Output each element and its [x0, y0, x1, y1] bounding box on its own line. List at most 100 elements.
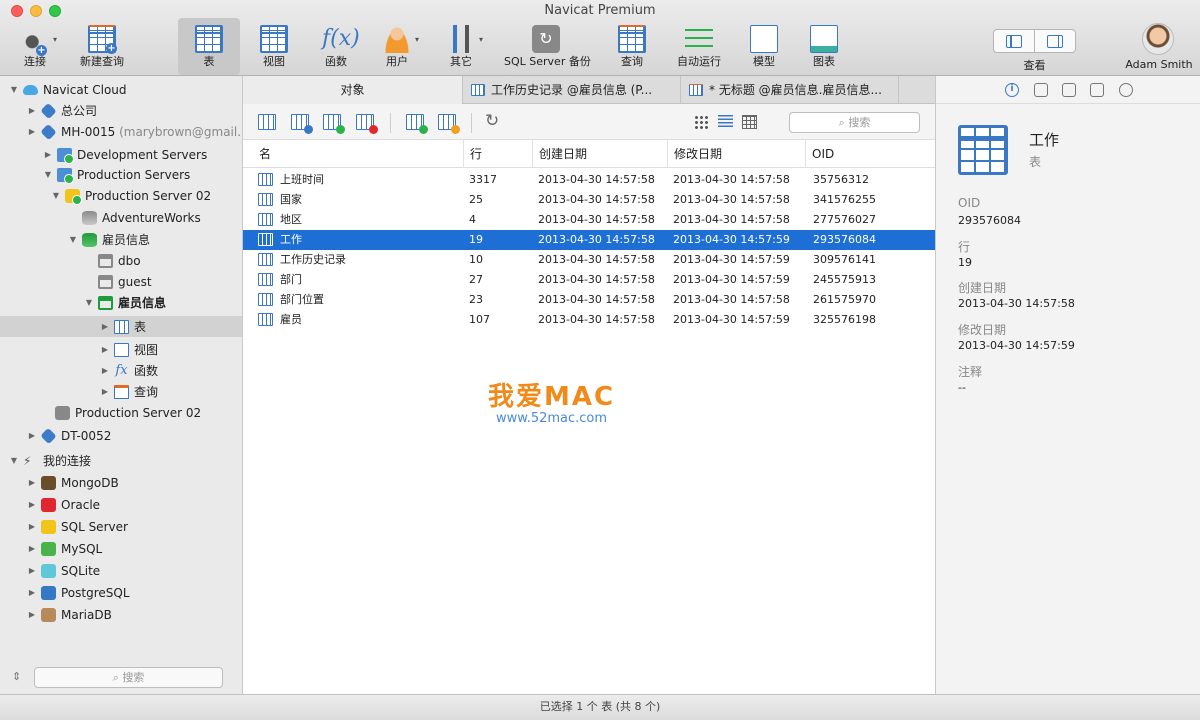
disclosure-open-icon[interactable]: ▼ — [9, 456, 19, 465]
export-wizard-button[interactable] — [438, 114, 460, 134]
function-button[interactable]: f(x) 函数 — [312, 18, 360, 75]
table-button[interactable]: 表 — [178, 18, 240, 75]
table-row[interactable]: 雇员 107 2013-04-30 14:57:58 2013-04-30 14:57… — [243, 310, 935, 330]
chart-button[interactable]: 图表 — [802, 18, 846, 75]
tree-item-my-connections[interactable]: ▼ ⚡ 我的连接 — [0, 450, 242, 471]
disclosure-open-icon[interactable]: ▼ — [9, 85, 19, 94]
table-row[interactable]: 工作历史记录 10 2013-04-30 14:57:58 2013-04-30 14… — [243, 250, 935, 270]
tree-item-mariadb[interactable]: ▶ MariaDB — [0, 604, 242, 625]
model-button[interactable]: 模型 — [742, 18, 786, 75]
table-icon — [258, 193, 273, 206]
delete-table-button[interactable] — [356, 114, 378, 134]
tree-item-production-server-02b[interactable]: Production Server 02 — [0, 402, 242, 423]
disclosure-closed-icon[interactable]: ▶ — [27, 500, 37, 509]
tree-item-dt-0052[interactable]: ▶ DT-0052 — [0, 425, 242, 446]
tree-item-sqlserver[interactable]: ▶ SQL Server — [0, 516, 242, 537]
table-row[interactable]: 部门 27 2013-04-30 14:57:58 2013-04-30 14:57:… — [243, 270, 935, 290]
table-row[interactable]: 部门位置 23 2013-04-30 14:57:58 2013-04-30 14:5… — [243, 290, 935, 310]
icon-view-button[interactable] — [694, 115, 709, 129]
disclosure-open-icon[interactable]: ▼ — [68, 235, 78, 244]
disclosure-closed-icon[interactable]: ▶ — [27, 588, 37, 597]
tree-item-functions[interactable]: ▶ fx 函数 — [0, 360, 242, 381]
disclosure-closed-icon[interactable]: ▶ — [100, 366, 110, 375]
ddl-icon[interactable] — [1034, 83, 1048, 97]
relation-icon[interactable] — [1090, 83, 1104, 97]
disclosure-closed-icon[interactable]: ▶ — [100, 387, 110, 396]
tree-item-oracle[interactable]: ▶ Oracle — [0, 494, 242, 515]
other-button[interactable]: ▾ 其它 — [438, 18, 484, 75]
column-header-name[interactable]: 名 — [253, 140, 464, 168]
tree-item-schema-guest[interactable]: guest — [0, 271, 242, 292]
column-header-created[interactable]: 创建日期 — [533, 140, 668, 168]
info-general-icon[interactable]: i — [1005, 83, 1019, 97]
tab-work-history[interactable]: 工作历史记录 @雇员信息 (P... — [463, 76, 681, 104]
toggle-right-pane-button[interactable] — [1035, 30, 1075, 52]
disclosure-closed-icon[interactable]: ▶ — [100, 345, 110, 354]
column-header-oid[interactable]: OID — [806, 140, 935, 168]
tree-item-queries[interactable]: ▶ 查询 — [0, 381, 242, 402]
connect-button[interactable]: ▾ + 连接 — [12, 18, 58, 75]
column-header-rows[interactable]: 行 — [464, 140, 533, 168]
tree-item-development-servers[interactable]: ▶ Development Servers — [0, 144, 242, 165]
tree-item-head-office[interactable]: ▶ 总公司 — [0, 100, 242, 121]
user-button[interactable]: ▾ 用户 — [374, 18, 420, 75]
new-table-button[interactable] — [323, 114, 345, 134]
detail-view-button[interactable] — [742, 115, 757, 129]
disclosure-closed-icon[interactable]: ▶ — [100, 322, 110, 331]
design-table-button[interactable] — [291, 114, 313, 134]
disclosure-closed-icon[interactable]: ▶ — [27, 610, 37, 619]
disclosure-closed-icon[interactable]: ▶ — [27, 127, 37, 136]
open-table-button[interactable] — [258, 114, 276, 130]
view-button[interactable]: 视图 — [248, 18, 300, 75]
tab-objects[interactable]: 对象 — [243, 76, 463, 104]
tab-untitled-query[interactable]: * 无标题 @雇员信息.雇员信息... — [681, 76, 899, 104]
table-row[interactable]: 国家 25 2013-04-30 14:57:58 2013-04-30 14:57:… — [243, 190, 935, 210]
disclosure-open-icon[interactable]: ▼ — [84, 298, 94, 307]
table-icon — [258, 293, 273, 306]
disclosure-closed-icon[interactable]: ▶ — [27, 544, 37, 553]
minimize-window-button[interactable] — [30, 5, 42, 17]
sidebar-sort-toggle-icon[interactable]: ⇕ — [12, 670, 21, 683]
tree-item-mysql[interactable]: ▶ MySQL — [0, 538, 242, 559]
toggle-left-pane-button[interactable] — [994, 30, 1035, 52]
dependency-icon[interactable] — [1062, 83, 1076, 97]
refresh-icon[interactable]: ↻ — [485, 111, 499, 131]
table-row-selected[interactable]: 工作 19 2013-04-30 14:57:58 2013-04-30 14:57:… — [243, 230, 935, 250]
tree-item-production-servers[interactable]: ▼ Production Servers — [0, 164, 242, 185]
tree-item-mh-0015[interactable]: ▶ MH-0015 (marybrown@gmail... — [0, 121, 242, 142]
tree-item-employee-db[interactable]: ▼ 雇员信息 — [0, 229, 242, 250]
disclosure-closed-icon[interactable]: ▶ — [27, 478, 37, 487]
disclosure-open-icon[interactable]: ▼ — [43, 170, 53, 179]
sidebar-search-input[interactable]: ⌕ 搜索 — [34, 667, 223, 688]
disclosure-closed-icon[interactable]: ▶ — [27, 106, 37, 115]
column-header-modified[interactable]: 修改日期 — [668, 140, 806, 168]
tree-item-production-server-02[interactable]: ▼ Production Server 02 — [0, 185, 242, 206]
table-row[interactable]: 上班时间 3317 2013-04-30 14:57:58 2013-04-30 14… — [243, 170, 935, 190]
tree-item-sqlite[interactable]: ▶ SQLite — [0, 560, 242, 581]
query-button[interactable]: 查询 — [606, 18, 658, 75]
automation-button[interactable]: 自动运行 — [674, 18, 724, 75]
import-wizard-button[interactable] — [406, 114, 428, 134]
tree-item-navicat-cloud[interactable]: ▼ Navicat Cloud — [0, 79, 242, 100]
zoom-window-button[interactable] — [49, 5, 61, 17]
tree-item-schema-dbo[interactable]: dbo — [0, 250, 242, 271]
settings-icon[interactable] — [1119, 83, 1133, 97]
new-query-button[interactable]: + 新建查询 — [74, 18, 130, 75]
disclosure-closed-icon[interactable]: ▶ — [43, 150, 53, 159]
tree-item-adventureworks[interactable]: AdventureWorks — [0, 207, 242, 228]
tree-item-schema-employee[interactable]: ▼ 雇员信息 — [0, 292, 242, 313]
disclosure-closed-icon[interactable]: ▶ — [27, 522, 37, 531]
object-search-input[interactable]: ⌕ 搜索 — [789, 112, 920, 133]
tree-item-postgresql[interactable]: ▶ PostgreSQL — [0, 582, 242, 603]
tree-item-tables[interactable]: ▶ 表 — [0, 316, 242, 337]
disclosure-open-icon[interactable]: ▼ — [51, 191, 61, 200]
table-row[interactable]: 地区 4 2013-04-30 14:57:58 2013-04-30 14:57:5… — [243, 210, 935, 230]
list-view-button[interactable] — [718, 115, 733, 129]
disclosure-closed-icon[interactable]: ▶ — [27, 566, 37, 575]
tree-item-mongodb[interactable]: ▶ MongoDB — [0, 472, 242, 493]
sqlserver-backup-button[interactable]: ↻ SQL Server 备份 — [504, 18, 591, 75]
disclosure-closed-icon[interactable]: ▶ — [27, 431, 37, 440]
tree-item-views[interactable]: ▶ 视图 — [0, 339, 242, 360]
close-window-button[interactable] — [11, 5, 23, 17]
user-avatar[interactable] — [1142, 23, 1174, 55]
